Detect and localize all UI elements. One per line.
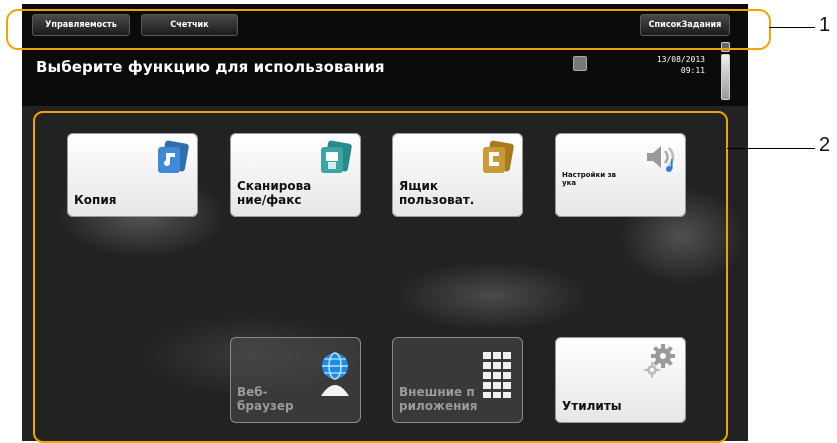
scroll-indicator[interactable] [721, 54, 730, 100]
callout-2-number: 2 [819, 134, 831, 156]
function-area-highlight [33, 111, 728, 443]
top-bar-highlight [6, 9, 771, 50]
callout-1-number: 1 [819, 14, 831, 36]
callout-1-line [769, 27, 815, 28]
date-text: 13/08/2013 [656, 55, 705, 64]
date-time: 13/08/2013 09:11 [650, 54, 705, 76]
page-title: Выберите функцию для использования [36, 58, 385, 76]
lock-icon [573, 56, 587, 71]
time-text: 09:11 [680, 66, 705, 75]
callout-2-line [727, 148, 815, 149]
